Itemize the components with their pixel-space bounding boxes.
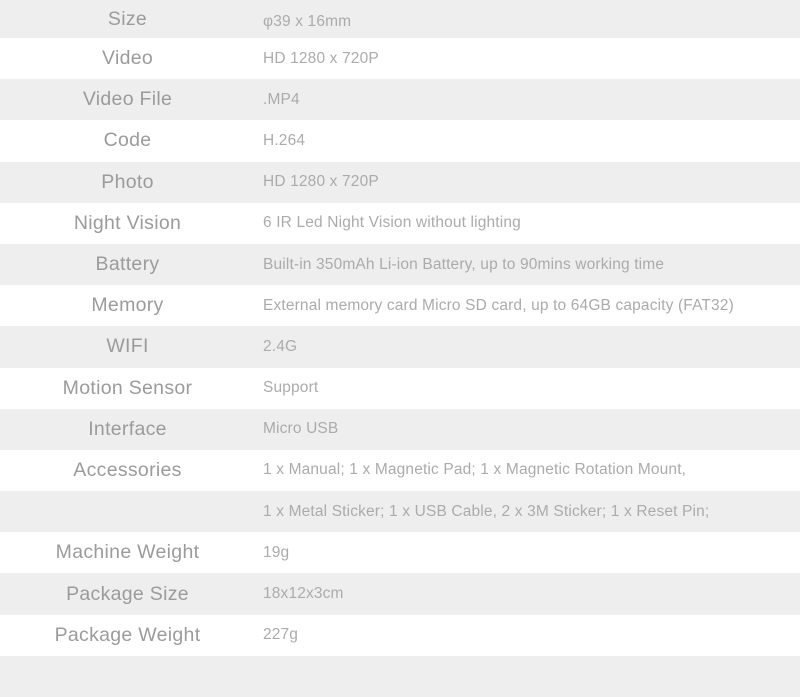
spec-label: Package Size [66, 582, 189, 605]
table-row: Size φ39 x 16mm [0, 0, 800, 38]
spec-value: H.264 [263, 131, 306, 149]
spec-label: Machine Weight [55, 541, 200, 564]
spec-value: 18x12x3cm [263, 585, 344, 603]
table-row [0, 655, 800, 697]
spec-label: Package Weight [54, 623, 201, 646]
spec-label: Battery [95, 253, 160, 276]
spec-label: Video File [82, 88, 173, 111]
table-row: Video File .MP4 [0, 79, 800, 121]
table-row: Battery Built-in 350mAh Li-ion Battery, … [0, 243, 800, 286]
spec-label: Night Vision [73, 211, 182, 234]
table-row: Package Weight 227g [0, 614, 800, 656]
spec-label: Photo [101, 170, 154, 193]
spec-value: 227g [263, 626, 299, 644]
spec-value: 1 x Metal Sticker; 1 x USB Cable, 2 x 3M… [263, 502, 710, 520]
table-row: Photo HD 1280 x 720P [0, 161, 800, 203]
table-row: Package Size 18x12x3cm [0, 573, 800, 615]
spec-value: HD 1280 x 720P [263, 49, 379, 67]
spec-value: Support [263, 379, 319, 397]
spec-value: .MP4 [263, 90, 300, 108]
spec-label: Code [103, 129, 152, 152]
spec-label: WIFI [106, 335, 149, 358]
table-row: Code H.264 [0, 120, 800, 162]
spec-value: φ39 x 16mm [263, 13, 352, 30]
spec-value: External memory card Micro SD card, up t… [263, 296, 734, 314]
table-row: Night Vision 6 IR Led Night Vision witho… [0, 202, 800, 244]
spec-value: 6 IR Led Night Vision without lighting [263, 214, 521, 232]
spec-value: HD 1280 x 720P [263, 173, 379, 191]
specification-table: Size φ39 x 16mm Video HD 1280 x 720P Vid… [0, 0, 800, 697]
table-row: Machine Weight 19g [0, 532, 800, 574]
table-row: Interface Micro USB [0, 408, 800, 450]
spec-label: Memory [91, 294, 164, 317]
spec-value: Built-in 350mAh Li-ion Battery, up to 90… [263, 255, 665, 273]
spec-label: Motion Sensor [62, 376, 193, 399]
table-row: 1 x Metal Sticker; 1 x USB Cable, 2 x 3M… [0, 491, 800, 533]
spec-value: 2.4G [263, 337, 298, 355]
table-row: Motion Sensor Support [0, 367, 800, 409]
spec-value: 1 x Manual; 1 x Magnetic Pad; 1 x Magnet… [263, 461, 687, 479]
spec-label: Video [101, 47, 154, 70]
spec-value: Micro USB [263, 420, 339, 438]
spec-label: Accessories [73, 458, 182, 481]
table-row: Memory External memory card Micro SD car… [0, 285, 800, 327]
spec-label: Interface [88, 417, 167, 440]
table-row: WIFI 2.4G [0, 326, 800, 368]
table-row: Accessories 1 x Manual; 1 x Magnetic Pad… [0, 449, 800, 492]
spec-label: Size [107, 8, 148, 30]
spec-value: 19g [263, 543, 290, 561]
table-row: Video HD 1280 x 720P [0, 38, 800, 80]
